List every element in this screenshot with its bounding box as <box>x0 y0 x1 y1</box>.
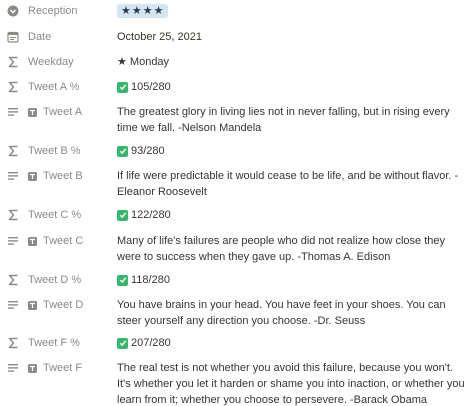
property-label-tweet-a-pct[interactable]: Tweet A % <box>6 79 79 95</box>
property-name: Tweet D <box>43 299 84 311</box>
property-value-date[interactable]: October 25, 2021 <box>117 29 468 45</box>
text-icon <box>6 105 20 119</box>
property-name: Tweet C <box>43 235 84 247</box>
property-label-tweet-d[interactable]: Tweet D <box>6 297 83 313</box>
property-name: Tweet B % <box>28 145 81 157</box>
property-name: Weekday <box>28 56 74 68</box>
text-icon <box>6 234 20 248</box>
property-name: Tweet F <box>43 362 83 374</box>
property-name: Tweet C % <box>28 209 82 221</box>
property-value-tweet-a[interactable]: The greatest glory in living lies not in… <box>117 104 468 136</box>
property-label-tweet-b[interactable]: Tweet B <box>6 168 83 184</box>
property-name: Tweet D % <box>28 274 82 286</box>
character-count: 122/280 <box>131 209 171 221</box>
property-value-tweet-d-pct[interactable]: 118/280 <box>117 272 468 288</box>
check-icon <box>117 209 128 221</box>
property-name: Tweet A % <box>28 81 80 93</box>
property-value-tweet-c[interactable]: Many of life's failures are people who d… <box>117 233 468 265</box>
property-value-tweet-d[interactable]: You have brains in your head. You have f… <box>117 297 468 329</box>
property-label-weekday[interactable]: Weekday <box>6 54 74 70</box>
text-type-icon <box>28 236 40 246</box>
property-label-tweet-d-pct[interactable]: Tweet D % <box>6 272 81 288</box>
property-value-tweet-b-pct[interactable]: 93/280 <box>117 143 468 159</box>
property-value-tweet-f-pct[interactable]: 207/280 <box>117 335 468 351</box>
property-label-tweet-f[interactable]: Tweet F <box>6 360 82 376</box>
property-label-tweet-b-pct[interactable]: Tweet B % <box>6 143 81 159</box>
sigma-icon <box>6 208 20 222</box>
text-type-icon <box>28 107 40 117</box>
property-value-tweet-b[interactable]: If life were predictable it would cease … <box>117 168 468 200</box>
calendar-icon <box>6 30 20 44</box>
rating-tag: ★★★★ <box>117 4 169 18</box>
property-label-tweet-f-pct[interactable]: Tweet F % <box>6 335 80 351</box>
check-icon <box>117 145 128 157</box>
check-icon <box>117 274 128 286</box>
text-type-icon <box>28 300 40 310</box>
character-count: 105/280 <box>131 81 171 93</box>
property-name: Tweet A <box>43 106 83 118</box>
text-icon <box>6 298 20 312</box>
property-value-reception[interactable]: ★★★★ <box>117 3 468 19</box>
sigma-icon <box>6 144 20 158</box>
character-count: 93/280 <box>131 145 165 157</box>
text-type-icon <box>28 363 40 373</box>
character-count: 207/280 <box>131 337 171 349</box>
property-label-tweet-c-pct[interactable]: Tweet C % <box>6 207 81 223</box>
property-value-tweet-c-pct[interactable]: 122/280 <box>117 207 468 223</box>
sigma-icon <box>6 55 20 69</box>
sigma-icon <box>6 273 20 287</box>
property-label-reception[interactable]: Reception <box>6 3 78 19</box>
sigma-icon <box>6 336 20 350</box>
property-value-tweet-f[interactable]: The real test is not whether you avoid t… <box>117 360 468 406</box>
property-value-tweet-a-pct[interactable]: 105/280 <box>117 79 468 95</box>
property-label-date[interactable]: Date <box>6 29 51 45</box>
property-name: Tweet B <box>43 170 83 182</box>
select-icon <box>6 4 20 18</box>
property-name: Reception <box>28 5 78 17</box>
property-label-tweet-c[interactable]: Tweet C <box>6 233 83 249</box>
check-icon <box>117 337 128 349</box>
property-name: Tweet F % <box>28 337 80 349</box>
property-value-weekday[interactable]: ★ Monday <box>117 54 468 70</box>
character-count: 118/280 <box>131 274 170 286</box>
text-type-icon <box>28 171 40 181</box>
sigma-icon <box>6 80 20 94</box>
text-icon <box>6 361 20 375</box>
property-label-tweet-a[interactable]: Tweet A <box>6 104 82 120</box>
property-name: Date <box>28 31 52 43</box>
text-icon <box>6 169 20 183</box>
check-icon <box>117 81 128 93</box>
